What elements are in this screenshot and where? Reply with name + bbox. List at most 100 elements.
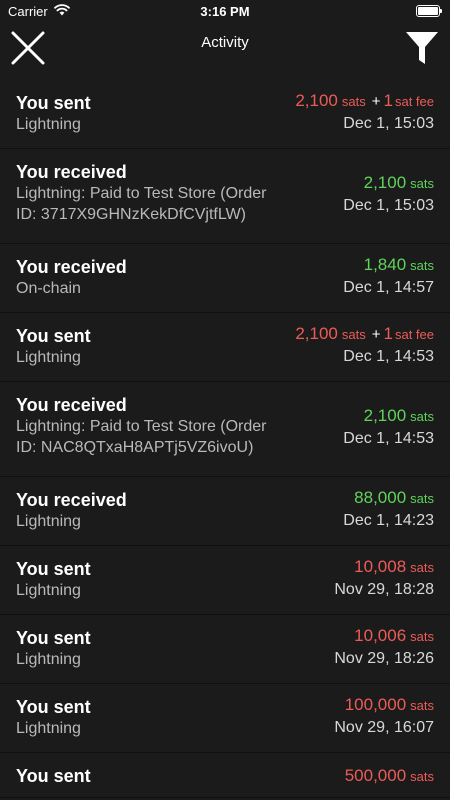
amount-value: 10,008: [354, 557, 407, 576]
amount-value: 10,006: [354, 626, 407, 645]
amount-unit: sats: [410, 560, 434, 575]
transaction-info: You sent Lightning: [16, 627, 290, 670]
transaction-title: You sent: [16, 766, 91, 786]
amount-value: 1,840: [363, 255, 407, 274]
transaction-info: You received Lightning: Paid to Test Stor…: [16, 161, 290, 225]
transaction-subtitle: Lightning: Paid to Test Store (Order ID:…: [16, 418, 267, 456]
fee-amount: 1: [383, 91, 393, 110]
transaction-amount: 2,100 sats: [343, 172, 434, 195]
amount-unit: sats: [410, 629, 434, 644]
transaction-date: Nov 29, 18:28: [334, 581, 434, 598]
transaction-row[interactable]: You sent Lightning 2,100 sats +1 sat fee Dec 1…: [0, 80, 450, 149]
transaction-info: You received On-chain: [16, 256, 290, 299]
transaction-info: You received Lightning: [16, 489, 290, 532]
transaction-title: You sent: [16, 326, 91, 346]
amount-value: 500,000: [344, 766, 407, 785]
fee-unit: sat fee: [394, 327, 434, 342]
transaction-amount: 88,000 sats: [343, 487, 434, 510]
fee-amount: 1: [383, 324, 393, 343]
transaction-amount-block: 500,000 sats: [345, 765, 434, 788]
status-time: 3:16 PM: [200, 4, 250, 19]
transaction-subtitle: Lightning: [16, 116, 81, 133]
transaction-row[interactable]: You received Lightning: Paid to Test Stor…: [0, 382, 450, 477]
transaction-date: Dec 1, 14:57: [343, 279, 434, 296]
transaction-title: You received: [16, 490, 127, 510]
transaction-info: You sent Lightning: [16, 325, 290, 368]
transaction-amount-block: 1,840 sats Dec 1, 14:57: [343, 254, 434, 298]
transaction-date: Dec 1, 15:03: [343, 197, 434, 214]
amount-unit: sats: [410, 258, 434, 273]
filter-icon: [406, 32, 438, 64]
filter-button[interactable]: [404, 30, 440, 66]
transaction-title: You sent: [16, 559, 91, 579]
transaction-amount: 10,008 sats: [334, 556, 434, 579]
amount-unit: sats: [341, 327, 366, 342]
transaction-subtitle: On-chain: [16, 280, 81, 297]
transaction-amount: 100,000 sats: [334, 694, 434, 717]
amount-unit: sats: [410, 409, 434, 424]
transaction-amount: 500,000 sats: [345, 765, 434, 788]
nav-bar: Activity: [0, 22, 450, 78]
transaction-subtitle: Lightning: [16, 720, 81, 737]
transaction-amount: 2,100 sats +1 sat fee: [295, 90, 434, 113]
transaction-title: You sent: [16, 697, 91, 717]
transaction-date: Dec 1, 14:23: [343, 512, 434, 529]
transaction-info: You sent Lightning: [16, 558, 290, 601]
transaction-row[interactable]: You received On-chain 1,840 sats Dec 1, 14:5…: [0, 244, 450, 313]
transaction-amount-block: 2,100 sats Dec 1, 15:03: [343, 172, 434, 216]
transaction-amount-block: 10,006 sats Nov 29, 18:26: [334, 625, 434, 669]
amount-unit: sats: [410, 176, 434, 191]
transaction-title: You sent: [16, 93, 91, 113]
transaction-subtitle: Lightning: [16, 513, 81, 530]
transaction-date: Dec 1, 14:53: [343, 430, 434, 447]
transaction-date: Dec 1, 15:03: [343, 115, 434, 132]
amount-value: 2,100: [363, 173, 407, 192]
transaction-row[interactable]: You sent Lightning 10,006 sats Nov 29, 18:26: [0, 615, 450, 684]
amount-value: 88,000: [354, 488, 407, 507]
transaction-row[interactable]: You received Lightning: Paid to Test Stor…: [0, 149, 450, 244]
transaction-info: You sent: [16, 765, 290, 787]
amount-unit: sats: [410, 491, 434, 506]
transaction-info: You received Lightning: Paid to Test Stor…: [16, 394, 290, 458]
transaction-info: You sent Lightning: [16, 92, 290, 135]
page-title: Activity: [201, 34, 249, 51]
amount-value: 2,100: [295, 324, 338, 343]
amount-value: 2,100: [363, 406, 407, 425]
transaction-date: Nov 29, 16:07: [334, 719, 434, 736]
transaction-amount-block: 10,008 sats Nov 29, 18:28: [334, 556, 434, 600]
activity-list: You sent Lightning 2,100 sats +1 sat fee Dec 1…: [0, 80, 450, 798]
transaction-row[interactable]: You sent Lightning 100,000 sats Nov 29, 16:0…: [0, 684, 450, 753]
transaction-info: You sent Lightning: [16, 696, 290, 739]
transaction-subtitle: Lightning: [16, 349, 81, 366]
transaction-date: Nov 29, 18:26: [334, 650, 434, 667]
transaction-amount: 2,100 sats: [343, 405, 434, 428]
transaction-amount: 10,006 sats: [334, 625, 434, 648]
amount-value: 2,100: [295, 91, 338, 110]
transaction-row[interactable]: You sent 500,000 sats: [0, 753, 450, 798]
transaction-row[interactable]: You received Lightning 88,000 sats Dec 1, 14…: [0, 477, 450, 546]
transaction-row[interactable]: You sent Lightning 10,008 sats Nov 29, 18:28: [0, 546, 450, 615]
transaction-row[interactable]: You sent Lightning 2,100 sats +1 sat fee Dec 1…: [0, 313, 450, 382]
transaction-amount-block: 2,100 sats Dec 1, 14:53: [343, 405, 434, 449]
transaction-subtitle: Lightning: Paid to Test Store (Order ID:…: [16, 185, 267, 223]
amount-unit: sats: [410, 698, 434, 713]
amount-value: 100,000: [344, 695, 407, 714]
transaction-subtitle: Lightning: [16, 651, 81, 668]
amount-unit: sats: [410, 769, 434, 784]
amount-unit: sats: [341, 94, 366, 109]
transaction-amount-block: 100,000 sats Nov 29, 16:07: [334, 694, 434, 738]
fee-unit: sat fee: [394, 94, 434, 109]
transaction-subtitle: Lightning: [16, 582, 81, 599]
transaction-amount-block: 88,000 sats Dec 1, 14:23: [343, 487, 434, 531]
fee-plus-sign: +: [371, 93, 381, 110]
battery-icon: [416, 5, 442, 17]
status-bar: Carrier 3:16 PM: [0, 0, 450, 22]
transaction-amount: 2,100 sats +1 sat fee: [295, 323, 434, 346]
transaction-amount-block: 2,100 sats +1 sat fee Dec 1, 15:03: [295, 90, 434, 134]
transaction-amount: 1,840 sats: [343, 254, 434, 277]
transaction-title: You sent: [16, 628, 91, 648]
transaction-title: You received: [16, 395, 127, 415]
transaction-date: Dec 1, 14:53: [343, 348, 434, 365]
fee-plus-sign: +: [371, 326, 381, 343]
transaction-title: You received: [16, 257, 127, 277]
